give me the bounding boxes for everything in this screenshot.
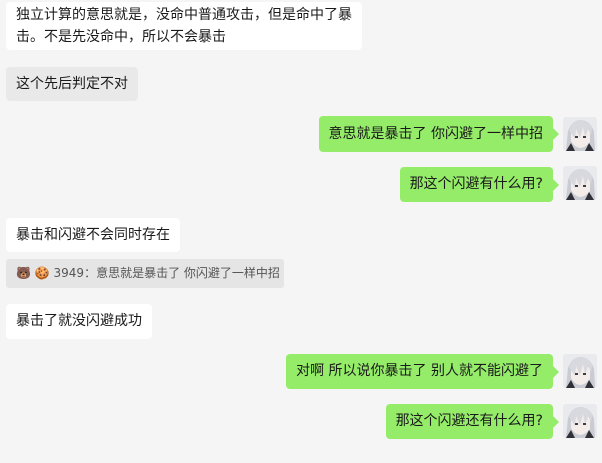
quote-emoji: 🐻 🍪: [16, 266, 50, 280]
quote-text: 3949：意思就是暴击了 你闪避了一样中招: [53, 266, 280, 280]
avatar[interactable]: [563, 404, 597, 438]
message-line: 独立计算的意思就是，没命中普通攻击，但是命中了暴: [16, 7, 352, 23]
message-sent[interactable]: 对啊 所以说你暴击了 别人就不能闪避了: [286, 354, 553, 389]
message-text: 意思就是暴击了 你闪避了一样中招: [328, 126, 543, 142]
message-line: 击。不是先没命中，所以不会暴击: [16, 29, 226, 45]
anime-avatar-icon: [563, 117, 597, 151]
bubble-tail: [553, 366, 559, 378]
message-received[interactable]: 暴击了就没闪避成功: [6, 304, 152, 339]
message-received[interactable]: 暴击和闪避不会同时存在: [6, 218, 180, 252]
message-text: 暴击了就没闪避成功: [16, 313, 142, 329]
chat-area: 独立计算的意思就是，没命中普通攻击，但是命中了暴 击。不是先没命中，所以不会暴击…: [0, 0, 602, 463]
message-text: 这个先后判定不对: [16, 76, 128, 92]
anime-avatar-icon: [563, 166, 597, 200]
message-received[interactable]: 这个先后判定不对: [6, 67, 138, 101]
message-text: 对啊 所以说你暴击了 别人就不能闪避了: [296, 363, 543, 379]
anime-avatar-icon: [563, 404, 597, 438]
bubble-tail: [553, 179, 559, 191]
bubble-tail: [553, 416, 559, 428]
avatar[interactable]: [563, 117, 597, 151]
anime-avatar-icon: [563, 354, 597, 388]
message-sent[interactable]: 那这个闪避还有什么用?: [385, 404, 553, 439]
message-text: 那这个闪避有什么用?: [409, 176, 543, 192]
message-text: 暴击和闪避不会同时存在: [16, 227, 170, 243]
message-text: 那这个闪避还有什么用?: [395, 413, 543, 429]
avatar[interactable]: [563, 166, 597, 200]
message-sent[interactable]: 意思就是暴击了 你闪避了一样中招: [318, 116, 553, 152]
message-sent[interactable]: 那这个闪避有什么用?: [399, 167, 553, 202]
avatar[interactable]: [563, 354, 597, 388]
quoted-message[interactable]: 🐻 🍪 3949：意思就是暴击了 你闪避了一样中招: [6, 259, 284, 288]
bubble-tail: [553, 128, 559, 140]
message-received[interactable]: 独立计算的意思就是，没命中普通攻击，但是命中了暴 击。不是先没命中，所以不会暴击: [6, 2, 362, 50]
